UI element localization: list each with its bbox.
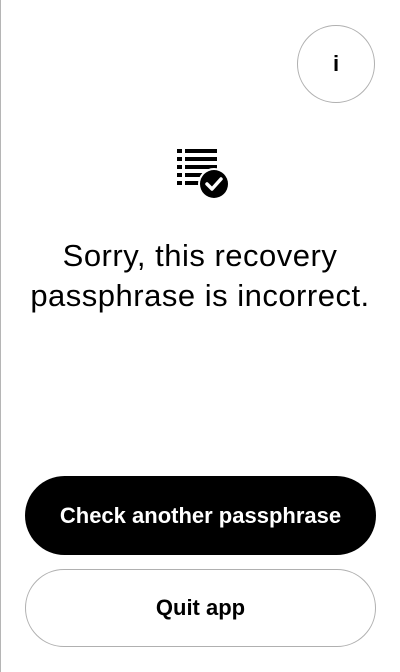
quit-app-label: Quit app xyxy=(155,595,246,620)
checklist-check-icon xyxy=(177,149,230,200)
error-message: Sorry, this recovery passphrase is incor… xyxy=(30,238,370,313)
check-another-passphrase-button[interactable]: Check another passphrase xyxy=(25,476,376,555)
info-icon: i xyxy=(332,51,340,76)
check-another-passphrase-label: Check another passphrase xyxy=(59,502,342,528)
info-button[interactable]: i xyxy=(297,25,375,103)
quit-app-button[interactable]: Quit app xyxy=(25,569,376,647)
error-screen: i Sorry, this recovery passphrase is inc… xyxy=(0,0,400,672)
